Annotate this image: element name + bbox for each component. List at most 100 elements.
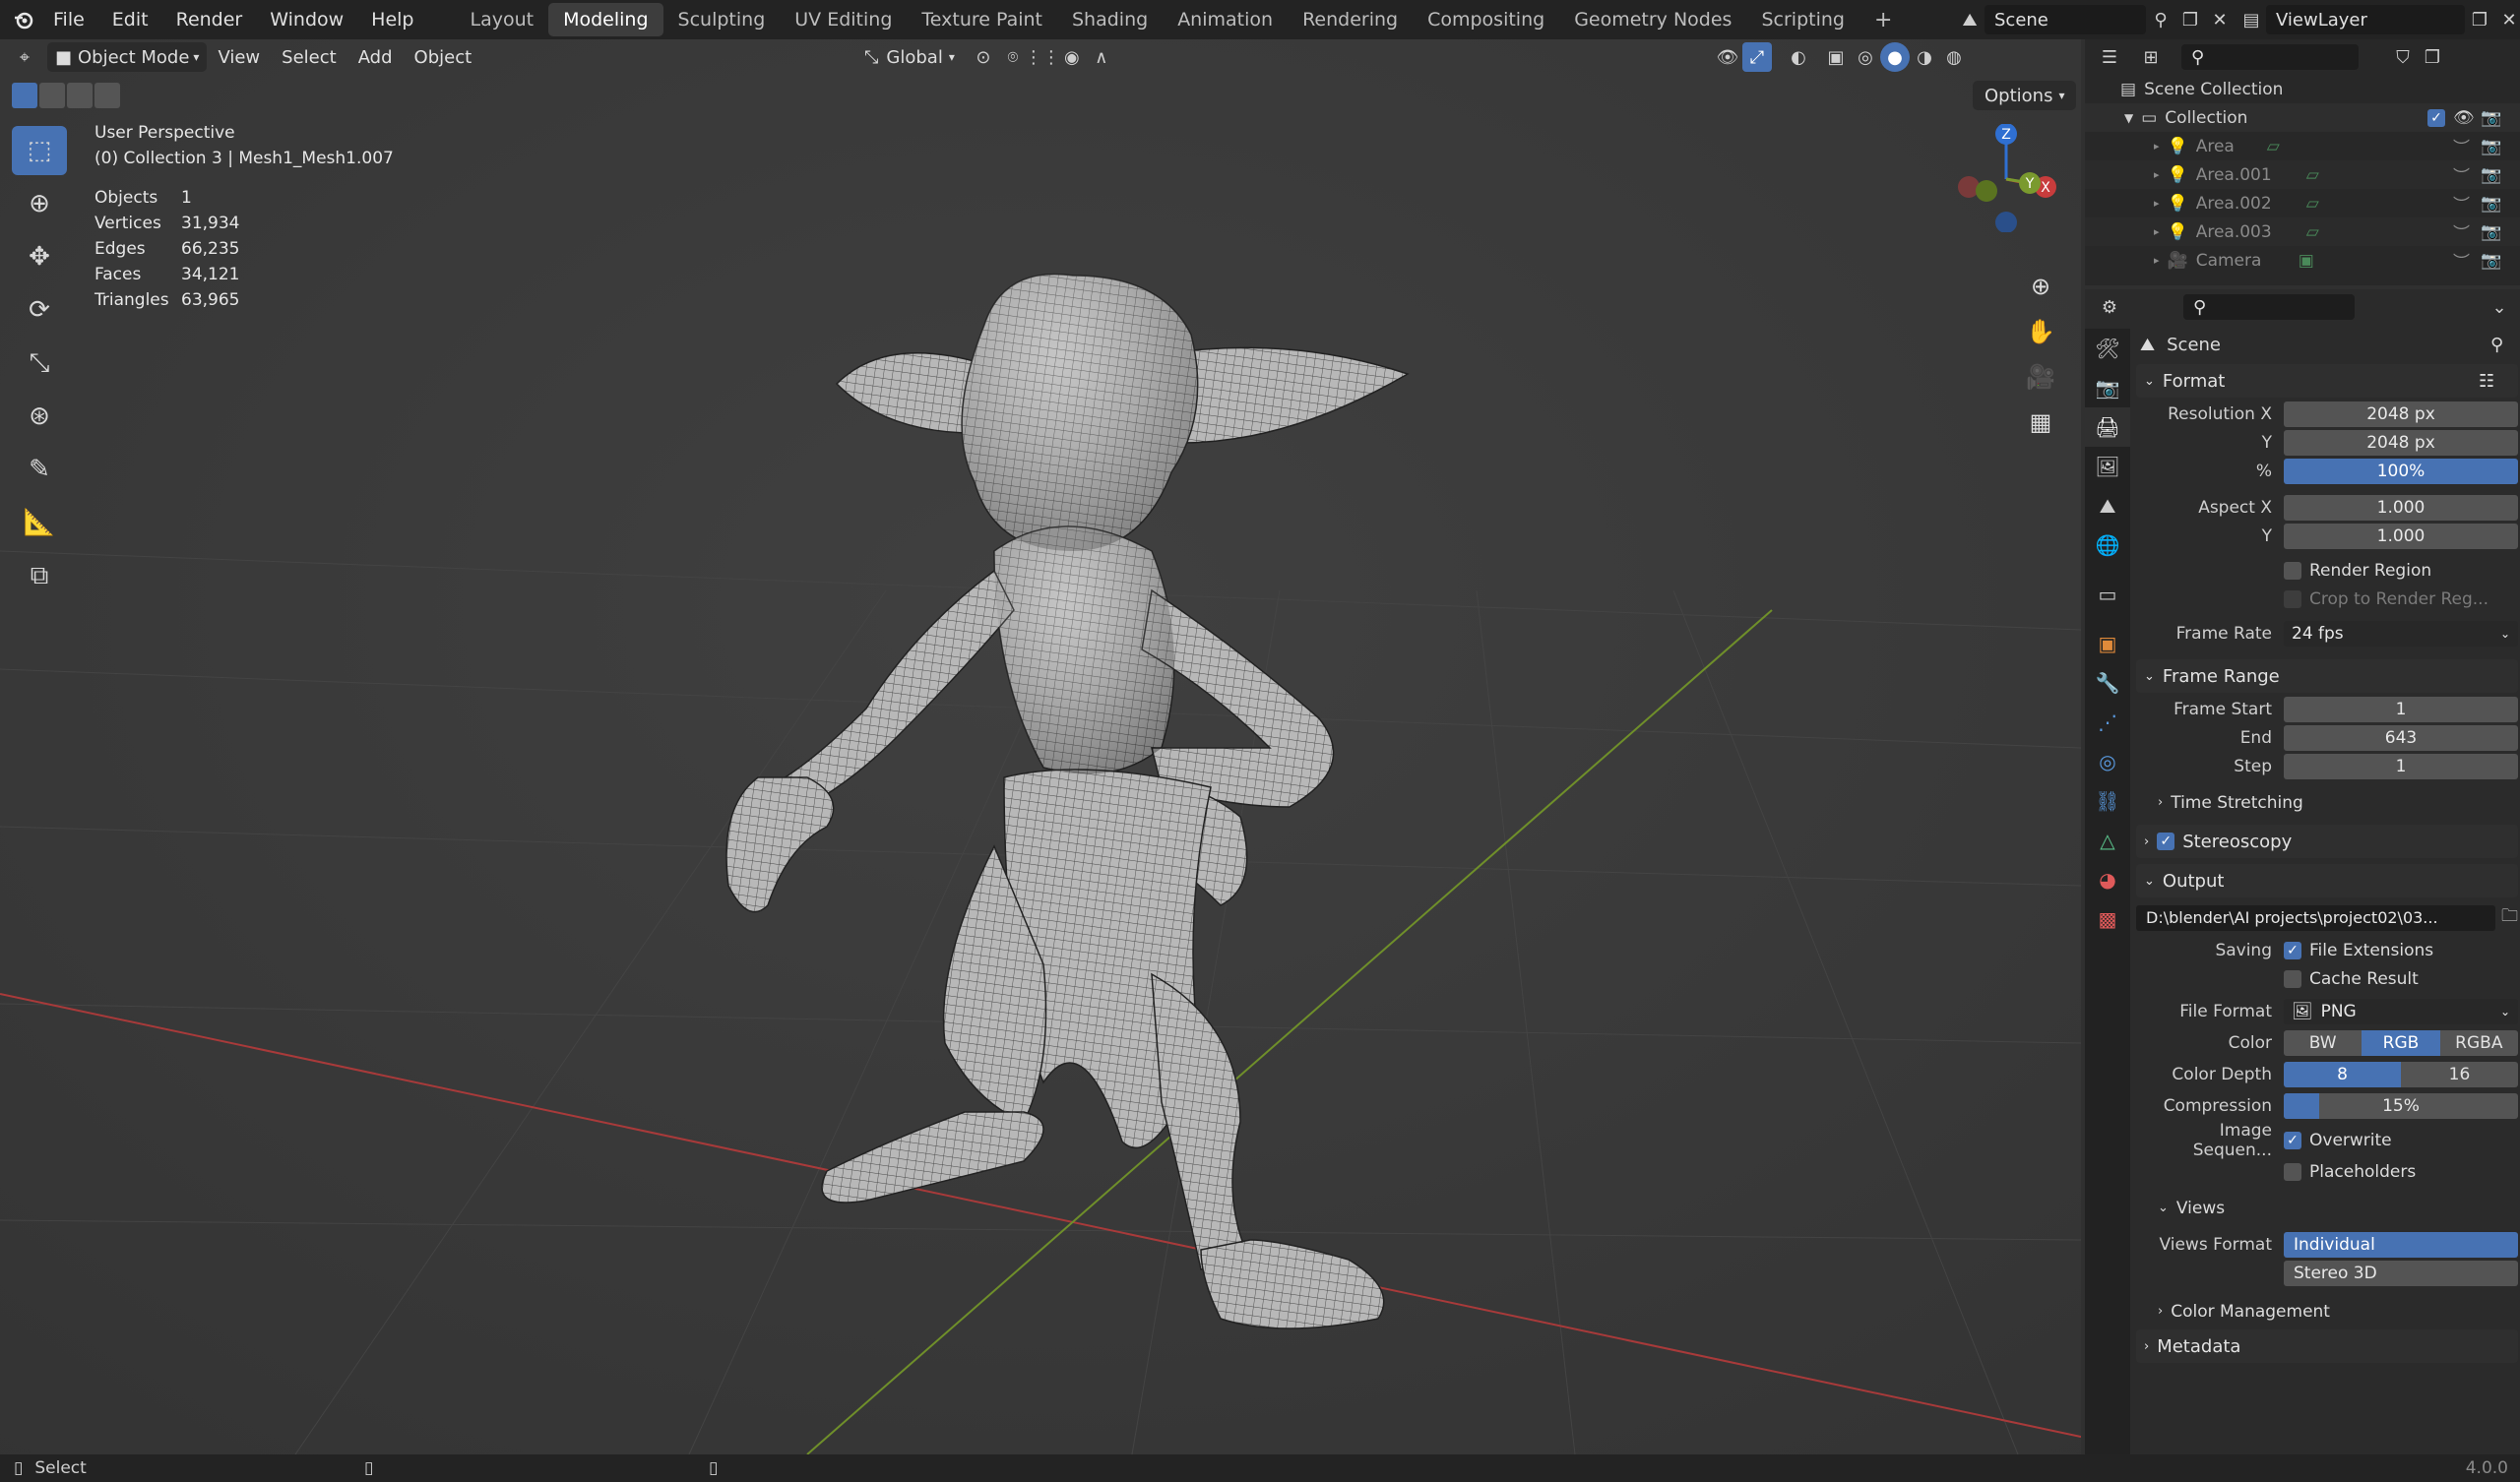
- format-panel-header[interactable]: ⌄ Format ☷: [2136, 364, 2518, 398]
- outliner-item[interactable]: ▸ 💡 Area.003 ▱ ︶ 📷: [2085, 217, 2520, 246]
- file-format-dropdown[interactable]: 🖼 PNG ⌄: [2284, 998, 2518, 1024]
- depth-16-option[interactable]: 16: [2401, 1061, 2518, 1087]
- snap-icon[interactable]: ⌾: [998, 42, 1028, 72]
- stereoscopy-checkbox[interactable]: ✓: [2157, 833, 2175, 850]
- pin-icon[interactable]: ⚲: [2490, 335, 2503, 355]
- proportional-edit-icon[interactable]: ◉: [1057, 42, 1087, 72]
- output-panel-header[interactable]: ⌄ Output: [2136, 864, 2518, 897]
- frame-rate-dropdown[interactable]: 24 fps ⌄: [2284, 620, 2518, 647]
- select-box-tool-icon[interactable]: ⬚: [12, 126, 67, 175]
- render-camera-icon[interactable]: 📷: [2481, 108, 2501, 128]
- metadata-panel-header[interactable]: › Metadata: [2136, 1329, 2518, 1363]
- depth-8-option[interactable]: 8: [2284, 1061, 2401, 1087]
- frame-end-field[interactable]: 643: [2284, 724, 2518, 751]
- hide-icon[interactable]: ︶: [2453, 219, 2470, 244]
- scale-tool-icon[interactable]: ⤡: [12, 339, 67, 388]
- object-tab-icon[interactable]: ▣: [2085, 624, 2130, 663]
- close-view-layer-icon[interactable]: ✕: [2494, 5, 2520, 34]
- view-layer-icon[interactable]: ▤: [2236, 5, 2266, 34]
- aspect-y-field[interactable]: 1.000: [2284, 523, 2518, 549]
- tab-geometry-nodes[interactable]: Geometry Nodes: [1559, 3, 1746, 36]
- placeholders-checkbox[interactable]: [2284, 1162, 2301, 1181]
- outliner-item[interactable]: ▸ 💡 Area.002 ▱ ︶ 📷: [2085, 189, 2520, 217]
- add-cube-tool-icon[interactable]: ⧉: [12, 551, 67, 600]
- rendered-shading-icon[interactable]: ◍: [1939, 42, 1969, 72]
- menu-file[interactable]: File: [39, 0, 98, 39]
- axis-gizmo[interactable]: Z Y X: [1931, 123, 2079, 233]
- data-tab-icon[interactable]: △: [2085, 821, 2130, 860]
- collection-tab-icon[interactable]: ▭: [2085, 575, 2130, 614]
- perspective-toggle-icon[interactable]: ▦: [2020, 401, 2061, 443]
- select-box-mode-icon[interactable]: [12, 83, 37, 108]
- render-camera-icon[interactable]: 📷: [2481, 222, 2501, 242]
- solid-shading-icon[interactable]: ●: [1880, 42, 1910, 72]
- outliner-editor-icon[interactable]: ☰: [2095, 42, 2124, 72]
- material-tab-icon[interactable]: ◕: [2085, 860, 2130, 899]
- material-shading-icon[interactable]: ◑: [1910, 42, 1939, 72]
- resolution-y-field[interactable]: 2048 px: [2284, 429, 2518, 456]
- menu-render[interactable]: Render: [162, 0, 257, 39]
- pin-icon[interactable]: ⚲: [2146, 5, 2175, 34]
- view-layer-tab-icon[interactable]: 🖼: [2085, 447, 2130, 486]
- expand-icon[interactable]: ▼: [2124, 111, 2133, 125]
- tab-compositing[interactable]: Compositing: [1413, 3, 1559, 36]
- outliner-search-input[interactable]: ⚲: [2181, 44, 2359, 70]
- texture-tab-icon[interactable]: ▩: [2085, 899, 2130, 939]
- new-view-layer-icon[interactable]: ❐: [2465, 5, 2494, 34]
- gizmo-toggle-icon[interactable]: ⤢: [1742, 42, 1772, 72]
- tool-tab-icon[interactable]: 🛠: [2085, 329, 2130, 368]
- select-intersect-mode-icon[interactable]: [94, 83, 120, 108]
- xray-icon[interactable]: ▣: [1821, 42, 1851, 72]
- folder-icon[interactable]: 🗀: [2501, 903, 2518, 932]
- presets-list-icon[interactable]: ☷: [2479, 371, 2494, 392]
- measure-tool-icon[interactable]: 📐: [12, 498, 67, 547]
- overlays-icon[interactable]: ◐: [1784, 42, 1813, 72]
- file-extensions-checkbox[interactable]: ✓: [2284, 941, 2301, 959]
- scene-selector-icon[interactable]: ⛰: [1955, 5, 1984, 34]
- collection-include-checkbox[interactable]: ✓: [2427, 108, 2445, 127]
- add-workspace-button[interactable]: +: [1859, 3, 1907, 36]
- chevron-down-icon[interactable]: ⌄: [2485, 292, 2514, 322]
- tab-texture-paint[interactable]: Texture Paint: [907, 3, 1057, 36]
- render-camera-icon[interactable]: 📷: [2481, 251, 2501, 271]
- frame-start-field[interactable]: 1: [2284, 696, 2518, 722]
- tab-animation[interactable]: Animation: [1163, 3, 1288, 36]
- hide-icon[interactable]: ︶: [2453, 248, 2470, 273]
- properties-editor-icon[interactable]: ⚙: [2095, 292, 2124, 322]
- zoom-icon[interactable]: ⊕: [2020, 266, 2061, 307]
- menu-edit[interactable]: Edit: [98, 0, 162, 39]
- expand-icon[interactable]: ▸: [2154, 140, 2160, 153]
- scene-tab-icon[interactable]: ⛰: [2085, 486, 2130, 525]
- color-rgba-option[interactable]: RGBA: [2439, 1029, 2518, 1056]
- overwrite-checkbox[interactable]: ✓: [2284, 1131, 2301, 1149]
- resolution-percent-slider[interactable]: 100%: [2284, 458, 2518, 484]
- resolution-x-field[interactable]: 2048 px: [2284, 401, 2518, 427]
- hide-icon[interactable]: ︶: [2453, 162, 2470, 187]
- properties-search-input[interactable]: ⚲: [2183, 294, 2355, 320]
- transform-tool-icon[interactable]: ⊛: [12, 392, 67, 441]
- outliner-item[interactable]: ▸ 💡 Area.001 ▱ ︶ 📷: [2085, 160, 2520, 189]
- 3d-viewport[interactable]: ⌖ ■ Object Mode ▾ View Select Add Object…: [0, 39, 2081, 1454]
- camera-view-icon[interactable]: 🎥: [2020, 356, 2061, 398]
- rotate-tool-icon[interactable]: ⟳: [12, 285, 67, 335]
- frame-range-panel-header[interactable]: ⌄ Frame Range: [2136, 659, 2518, 693]
- render-tab-icon[interactable]: 📷: [2085, 368, 2130, 407]
- outliner-item[interactable]: ▸ 🎥 Camera ▣ ︶ 📷: [2085, 246, 2520, 275]
- pivot-icon[interactable]: ⊙: [969, 42, 998, 72]
- tab-scripting[interactable]: Scripting: [1746, 3, 1859, 36]
- editor-type-icon[interactable]: ⌖: [10, 42, 39, 72]
- compression-slider[interactable]: 15%: [2284, 1092, 2518, 1119]
- select-extend-mode-icon[interactable]: [39, 83, 65, 108]
- constraints-tab-icon[interactable]: ⛓: [2085, 781, 2130, 821]
- aspect-x-field[interactable]: 1.000: [2284, 494, 2518, 521]
- view-layer-field[interactable]: ViewLayer: [2266, 5, 2465, 34]
- tab-sculpting[interactable]: Sculpting: [663, 3, 781, 36]
- scene-field[interactable]: Scene: [1984, 5, 2146, 34]
- new-scene-icon[interactable]: ❐: [2175, 5, 2205, 34]
- tab-layout[interactable]: Layout: [456, 3, 549, 36]
- frame-step-field[interactable]: 1: [2284, 753, 2518, 779]
- particles-tab-icon[interactable]: ⋰: [2085, 703, 2130, 742]
- select-subtract-mode-icon[interactable]: [67, 83, 93, 108]
- color-management-subpanel[interactable]: › Color Management: [2136, 1297, 2518, 1326]
- menu-select[interactable]: Select: [271, 42, 347, 72]
